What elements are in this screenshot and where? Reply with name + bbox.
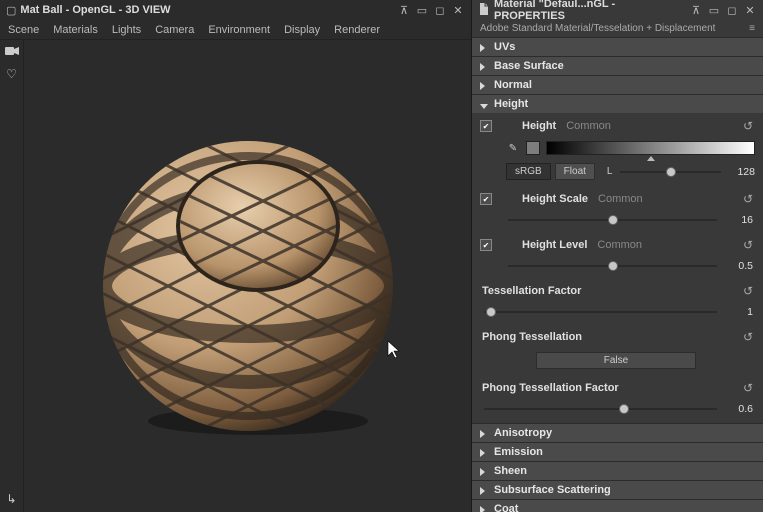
close-icon[interactable]: ✕ (451, 3, 465, 17)
chevron-right-icon (480, 467, 488, 475)
height-checkbox[interactable] (480, 120, 492, 132)
phong-tess-factor-value[interactable]: 0.6 (725, 403, 753, 415)
chevron-right-icon (480, 486, 488, 494)
luminance-gradient[interactable] (546, 141, 755, 155)
slider-thumb[interactable] (608, 215, 618, 225)
max-icon[interactable]: ◻ (725, 3, 739, 17)
height-level-value[interactable]: 0.5 (725, 260, 753, 272)
chevron-right-icon (480, 81, 488, 89)
breadcrumb-text: Adobe Standard Material/Tesselation + Di… (480, 23, 715, 34)
L-value[interactable]: 128 (727, 166, 755, 178)
menu-materials[interactable]: Materials (53, 24, 98, 36)
chevron-right-icon (480, 505, 488, 512)
viewport-panel: ▢ Mat Ball - OpenGL - 3D VIEW ⊼ ▭ ◻ ✕ Sc… (0, 0, 471, 512)
pin-icon[interactable]: ⊼ (397, 3, 411, 17)
gradient-handle[interactable] (647, 156, 655, 161)
section-emission[interactable]: Emission (472, 443, 763, 461)
revert-icon[interactable]: ↺ (741, 119, 755, 133)
chevron-right-icon (480, 448, 488, 456)
height-label: Height (522, 120, 556, 132)
axis-icon[interactable]: ↳ (6, 492, 16, 506)
section-uvs[interactable]: UVs (472, 38, 763, 56)
color-swatch[interactable] (526, 141, 540, 155)
revert-icon[interactable]: ↺ (741, 381, 755, 395)
revert-icon[interactable]: ↺ (741, 330, 755, 344)
chevron-right-icon (480, 62, 488, 70)
menu-environment[interactable]: Environment (208, 24, 270, 36)
slider-thumb[interactable] (619, 404, 629, 414)
right-titlebar: Material "Defaul...nGL - PROPERTIES ⊼ ▭ … (472, 0, 763, 20)
phong-tess-factor-slider[interactable] (482, 408, 717, 410)
doc-icon (478, 3, 490, 18)
left-title: Mat Ball - OpenGL - 3D VIEW (20, 4, 170, 16)
section-normal[interactable]: Normal (472, 76, 763, 94)
menu-display[interactable]: Display (284, 24, 320, 36)
max-icon[interactable]: ◻ (433, 3, 447, 17)
menu-renderer[interactable]: Renderer (334, 24, 380, 36)
chevron-right-icon (480, 43, 488, 51)
height-scale-label: Height Scale (522, 193, 588, 205)
section-subsurface-scattering[interactable]: Subsurface Scattering (472, 481, 763, 499)
section-base-surface[interactable]: Base Surface (472, 57, 763, 75)
section-height[interactable]: Height (472, 95, 763, 113)
phong-tess-factor-label: Phong Tessellation Factor (482, 382, 619, 394)
lightbulb-icon[interactable]: ♡ (6, 67, 17, 81)
tess-factor-value[interactable]: 1 (725, 306, 753, 318)
properties-panel: Material "Defaul...nGL - PROPERTIES ⊼ ▭ … (471, 0, 763, 512)
chevron-down-icon (480, 100, 488, 108)
height-scale-value[interactable]: 16 (725, 214, 753, 226)
revert-icon[interactable]: ↺ (741, 192, 755, 206)
chevron-right-icon (480, 429, 488, 437)
L-slider-thumb[interactable] (666, 167, 676, 177)
tess-factor-label: Tessellation Factor (482, 285, 581, 297)
panel-icon: ▢ (6, 4, 16, 17)
menu-camera[interactable]: Camera (155, 24, 194, 36)
slider-thumb[interactable] (608, 261, 618, 271)
menu-scene[interactable]: Scene (8, 24, 39, 36)
section-anisotropy[interactable]: Anisotropy (472, 424, 763, 442)
height-scale-slider[interactable] (506, 219, 717, 221)
min-icon[interactable]: ▭ (415, 3, 429, 17)
height-scale-checkbox[interactable] (480, 193, 492, 205)
slider-thumb[interactable] (486, 307, 496, 317)
mode-srgb-button[interactable]: sRGB (506, 163, 551, 180)
revert-icon[interactable]: ↺ (741, 284, 755, 298)
phong-tess-label: Phong Tessellation (482, 331, 582, 343)
tess-factor-slider[interactable] (482, 311, 717, 313)
left-gutter: ♡ ↳ (0, 40, 24, 512)
menu-lights[interactable]: Lights (112, 24, 141, 36)
property-breadcrumb: Adobe Standard Material/Tesselation + Di… (472, 20, 763, 38)
matball-preview (88, 116, 408, 436)
height-level-label: Height Level (522, 239, 587, 251)
L-label: L (607, 166, 613, 177)
height-common: Common (566, 120, 611, 132)
camera-icon[interactable] (5, 46, 19, 59)
min-icon[interactable]: ▭ (707, 3, 721, 17)
3d-viewport[interactable] (24, 40, 471, 512)
height-level-slider[interactable] (506, 265, 717, 267)
right-title: Material "Defaul...nGL - PROPERTIES (494, 0, 689, 22)
phong-tess-toggle[interactable]: False (536, 352, 696, 369)
close-icon[interactable]: ✕ (743, 3, 757, 17)
L-slider[interactable] (618, 171, 721, 173)
pin-icon[interactable]: ⊼ (689, 3, 703, 17)
left-menubar: Scene Materials Lights Camera Environmen… (0, 20, 471, 40)
section-sheen[interactable]: Sheen (472, 462, 763, 480)
mode-float-button[interactable]: Float (555, 163, 595, 180)
revert-icon[interactable]: ↺ (741, 238, 755, 252)
height-level-checkbox[interactable] (480, 239, 492, 251)
eyedropper-icon[interactable]: ✎ (506, 141, 520, 155)
section-coat[interactable]: Coat (472, 500, 763, 512)
left-titlebar: ▢ Mat Ball - OpenGL - 3D VIEW ⊼ ▭ ◻ ✕ (0, 0, 471, 20)
panel-menu-icon[interactable]: ≡ (749, 23, 755, 34)
